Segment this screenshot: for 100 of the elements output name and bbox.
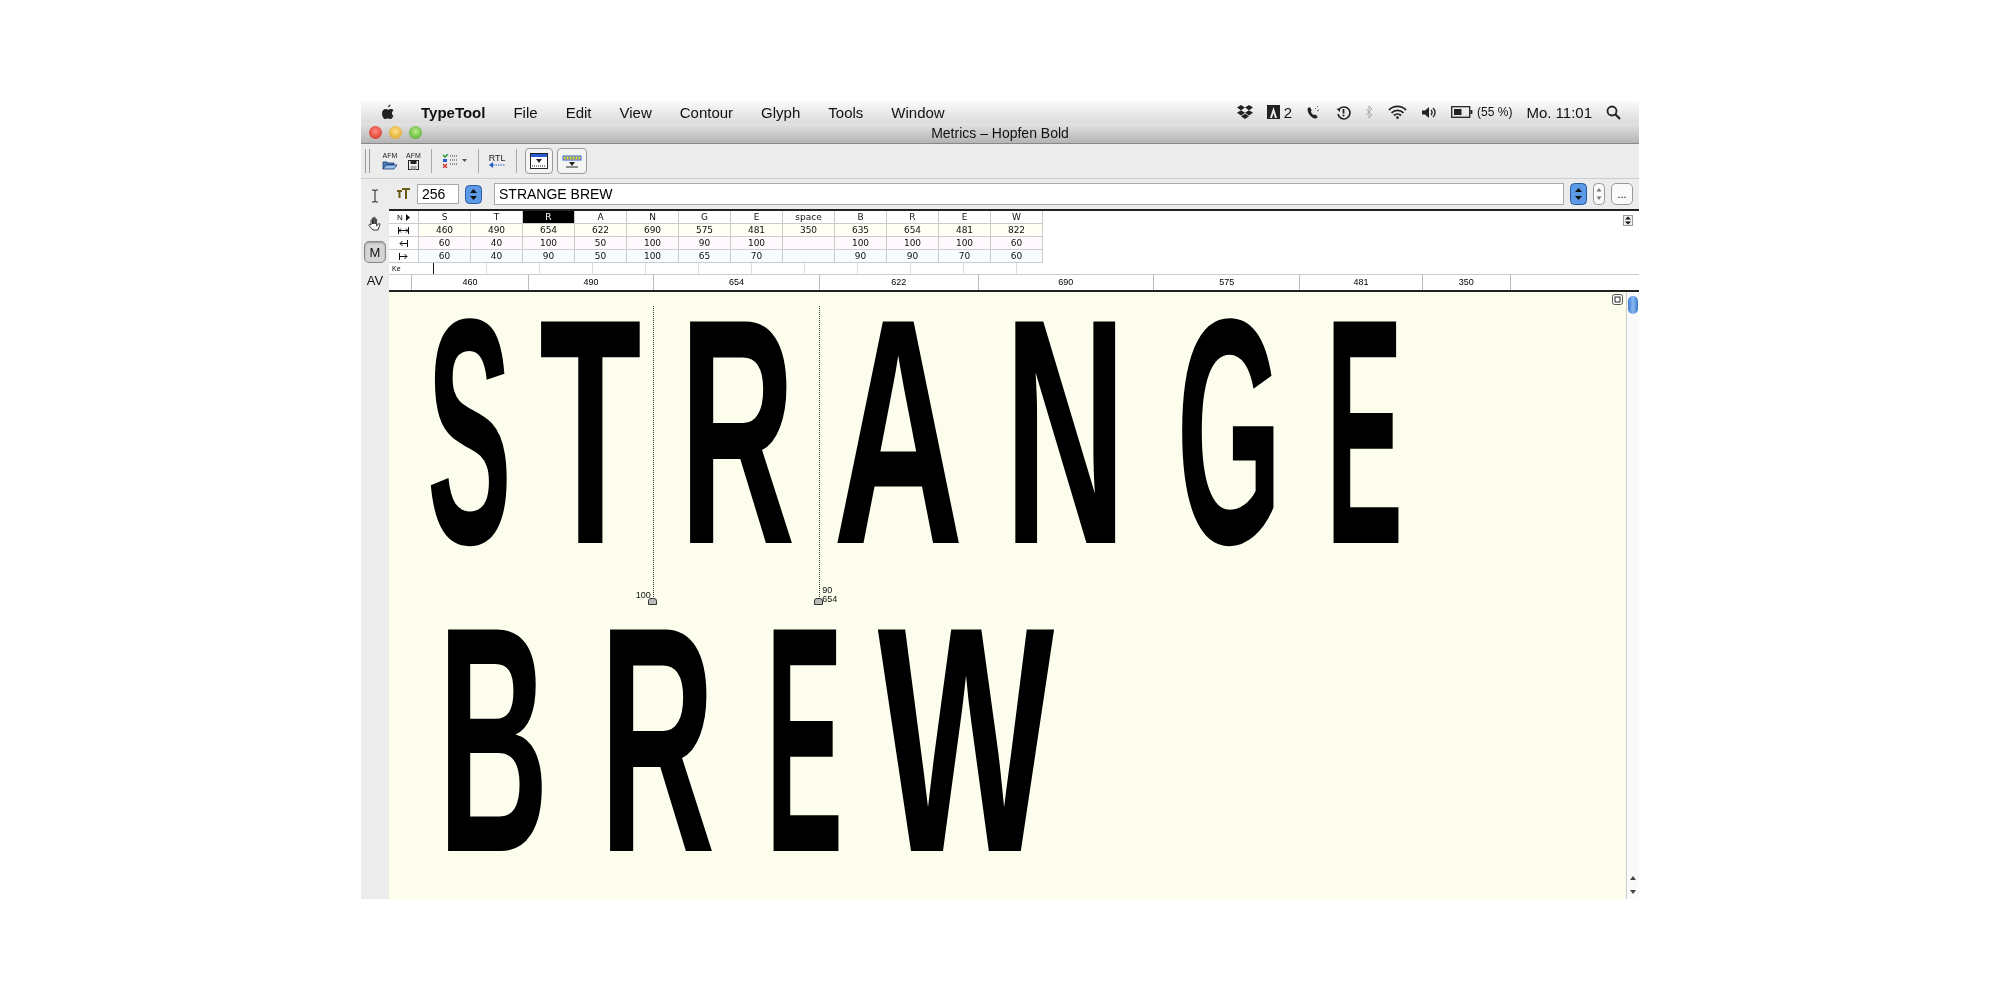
preview-glyph[interactable]: R <box>679 316 796 548</box>
hand-icon <box>367 216 383 232</box>
box-icon[interactable] <box>1236 105 1253 119</box>
rtl-button[interactable]: RTL <box>486 154 508 168</box>
menu-item[interactable]: Glyph <box>761 103 801 121</box>
table-cell[interactable]: 70 <box>731 250 783 263</box>
preview-glyph[interactable]: A <box>833 316 964 548</box>
preview-glyph[interactable]: R <box>599 624 715 856</box>
table-cell[interactable]: 481 <box>731 224 783 237</box>
table-cell[interactable]: 481 <box>939 224 991 237</box>
table-cell[interactable]: 100 <box>835 237 887 250</box>
table-cell[interactable]: 100 <box>627 237 679 250</box>
stepper-icon[interactable] <box>1623 215 1633 226</box>
menu-item[interactable]: Contour <box>679 103 734 121</box>
glyph-header[interactable]: R <box>887 211 939 224</box>
glyph-header[interactable]: E <box>939 211 991 224</box>
table-cell[interactable]: 822 <box>991 224 1043 237</box>
sample-text-field[interactable]: STRANGE BREW <box>494 183 1564 205</box>
glyph-header[interactable]: A <box>575 211 627 224</box>
clock-arrow-icon[interactable] <box>1336 104 1352 120</box>
menu-clock[interactable]: Mo. 11:01 <box>1526 103 1592 121</box>
table-cell[interactable]: 460 <box>419 224 471 237</box>
notification-count: 2 <box>1283 103 1293 121</box>
glyph-header[interactable]: S <box>419 211 471 224</box>
guide-handle-icon[interactable] <box>647 598 657 605</box>
table-cell[interactable]: 60 <box>419 237 471 250</box>
ruler-value: 654 <box>652 275 820 290</box>
app-menu[interactable]: TypeTool <box>421 103 486 121</box>
preview-glyph[interactable]: N <box>1004 316 1127 548</box>
table-cell[interactable]: 100 <box>627 250 679 263</box>
panel-down-button[interactable] <box>524 148 553 174</box>
table-cell[interactable]: 90 <box>523 250 575 263</box>
left-bearing-value: 100 <box>634 591 651 600</box>
wifi-icon[interactable] <box>1388 105 1408 119</box>
preview-glyph[interactable]: W <box>877 624 1055 856</box>
table-cell[interactable]: 60 <box>991 250 1043 263</box>
right-bearing-guide[interactable] <box>819 306 821 598</box>
preview-glyph[interactable]: S <box>427 316 512 548</box>
glyph-header[interactable]: N <box>627 211 679 224</box>
table-cell[interactable]: 575 <box>679 224 731 237</box>
close-button[interactable] <box>369 126 382 139</box>
glyph-header[interactable]: B <box>835 211 887 224</box>
table-cell[interactable]: 60 <box>419 250 471 263</box>
preview-glyph[interactable]: G <box>1176 316 1283 548</box>
glyph-header[interactable]: T <box>471 211 523 224</box>
table-cell[interactable]: 90 <box>835 250 887 263</box>
table-cell[interactable]: 490 <box>471 224 523 237</box>
apple-logo-icon[interactable] <box>381 104 395 120</box>
table-cell[interactable]: 90 <box>887 250 939 263</box>
glyph-header[interactable]: space <box>783 211 835 224</box>
table-cell[interactable]: 100 <box>939 237 991 250</box>
table-cell[interactable]: 622 <box>575 224 627 237</box>
table-cell[interactable]: 100 <box>731 237 783 250</box>
letter-a-icon[interactable] <box>1266 105 1280 119</box>
fit-icon[interactable] <box>1612 294 1623 305</box>
glyph-header[interactable]: E <box>731 211 783 224</box>
table-cell[interactable]: 70 <box>939 250 991 263</box>
menu-item[interactable]: Tools <box>828 103 864 121</box>
battery-icon[interactable] <box>1451 106 1474 118</box>
glyph-header[interactable]: G <box>679 211 731 224</box>
triangle-icon <box>405 213 410 221</box>
left-bearing-guide[interactable] <box>652 306 654 598</box>
table-cell[interactable]: 100 <box>523 237 575 250</box>
text-stepper-icon[interactable] <box>1570 183 1587 205</box>
table-cell[interactable]: 65 <box>679 250 731 263</box>
table-cell[interactable]: 50 <box>575 237 627 250</box>
table-cell[interactable]: 350 <box>783 224 835 237</box>
metrics-tool[interactable]: M <box>364 241 386 263</box>
table-cell[interactable]: 40 <box>471 237 523 250</box>
glyph-header[interactable]: R <box>523 211 575 224</box>
table-cell[interactable]: 654 <box>887 224 939 237</box>
table-cell[interactable]: 40 <box>471 250 523 263</box>
table-cell[interactable]: 50 <box>575 250 627 263</box>
preview-glyph[interactable]: T <box>539 316 642 548</box>
ruler-value: 481 <box>1299 275 1422 290</box>
guide-handle-icon[interactable] <box>814 598 824 605</box>
menu-item[interactable]: File <box>513 103 538 121</box>
vertical-scrollbar[interactable] <box>1626 292 1639 899</box>
kerning-tool[interactable]: AV <box>364 269 386 291</box>
table-cell[interactable]: 690 <box>627 224 679 237</box>
table-cell[interactable]: 635 <box>835 224 887 237</box>
search-icon[interactable] <box>1606 104 1621 120</box>
menu-item[interactable]: Window <box>891 103 945 121</box>
speaker-icon[interactable] <box>1421 105 1438 119</box>
font-size-field[interactable]: 256 <box>417 184 459 204</box>
line-stepper-icon[interactable] <box>1593 183 1605 205</box>
table-cell[interactable]: 654 <box>523 224 575 237</box>
menu-item[interactable]: Edit <box>565 103 592 121</box>
menu-item[interactable]: View <box>619 103 652 121</box>
scroll-thumb[interactable] <box>1628 296 1638 314</box>
table-cell[interactable]: 100 <box>887 237 939 250</box>
table-cell[interactable]: 60 <box>991 237 1043 250</box>
preview-glyph[interactable]: E <box>1325 316 1403 548</box>
table-cell[interactable]: 90 <box>679 237 731 250</box>
size-stepper-icon[interactable] <box>465 184 482 204</box>
table-corner[interactable]: N <box>389 211 419 224</box>
more-button[interactable]: ... <box>1611 183 1633 205</box>
preview-glyph[interactable]: E <box>765 624 843 856</box>
preview-glyph[interactable]: B <box>437 624 549 856</box>
glyph-header[interactable]: W <box>991 211 1043 224</box>
